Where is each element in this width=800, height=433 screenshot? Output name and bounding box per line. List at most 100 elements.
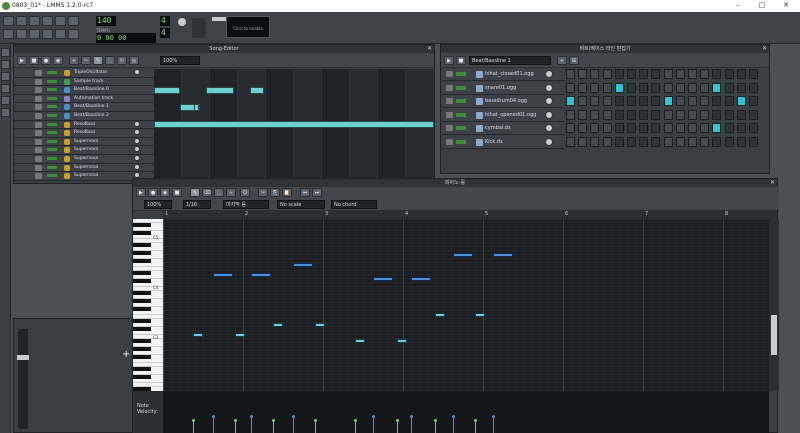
note[interactable] — [453, 253, 473, 257]
track-mute-toggle[interactable] — [47, 71, 57, 74]
chord-combo[interactable]: No chord — [331, 200, 377, 209]
bb-track-mute-toggle[interactable] — [456, 139, 466, 144]
eraser-icon[interactable]: ⌫ — [202, 188, 212, 197]
bb-track-settings-icon[interactable] — [446, 138, 453, 145]
home-icon[interactable] — [1, 96, 10, 105]
bb-volume-knob[interactable] — [545, 97, 553, 105]
song-track-row[interactable]: Supernova — [14, 155, 154, 164]
bb-step[interactable] — [712, 96, 722, 106]
record-icon[interactable]: ● — [41, 56, 51, 65]
cut-icon[interactable]: ✂ — [258, 188, 268, 197]
bb-step[interactable] — [578, 82, 588, 93]
bb-track-mute-toggle[interactable] — [456, 85, 466, 90]
bb-step[interactable] — [749, 82, 758, 93]
song-pattern[interactable] — [206, 87, 234, 95]
velocity-bar[interactable] — [493, 416, 494, 433]
bb-step[interactable] — [651, 82, 661, 93]
track-mute-toggle[interactable] — [47, 122, 57, 126]
song-track-row[interactable]: ResoBass — [14, 129, 154, 138]
bb-step[interactable] — [724, 96, 734, 106]
velocity-handle[interactable] — [192, 419, 195, 422]
velocity-bar[interactable] — [453, 416, 454, 433]
bb-step[interactable] — [639, 136, 649, 147]
quantize-combo[interactable]: 1/16 — [183, 200, 211, 209]
bb-volume-knob[interactable] — [545, 70, 553, 78]
bb-track-mute-toggle[interactable] — [456, 72, 466, 76]
bb-step[interactable] — [578, 96, 588, 106]
bb-step[interactable] — [639, 82, 649, 93]
bb-step[interactable] — [639, 109, 649, 120]
bb-step[interactable] — [712, 82, 722, 93]
note-length-combo[interactable]: 마지막 음 — [223, 200, 269, 209]
bb-step[interactable] — [578, 136, 588, 147]
bb-track-settings-icon[interactable] — [446, 111, 453, 118]
bb-row[interactable]: hihat_closed01.ogg — [442, 68, 564, 81]
bb-track-settings-icon[interactable] — [446, 84, 453, 91]
piano-roll-scrollbar[interactable] — [769, 219, 779, 391]
bb-volume-knob[interactable] — [545, 124, 553, 132]
bb-step[interactable] — [749, 123, 758, 133]
track-settings-icon[interactable] — [35, 104, 42, 111]
bb-step[interactable] — [627, 82, 636, 93]
automation-editor-toggle[interactable] — [42, 29, 53, 39]
bb-step[interactable] — [724, 82, 734, 93]
bb-step[interactable] — [700, 109, 710, 120]
bb-step[interactable] — [663, 123, 673, 133]
bb-step[interactable] — [602, 109, 612, 120]
song-zoom-combo[interactable]: 100% — [160, 56, 200, 65]
track-settings-icon[interactable] — [35, 156, 42, 162]
velocity-bar[interactable] — [213, 416, 214, 433]
bb-track-settings-icon[interactable] — [446, 71, 453, 77]
bb-step[interactable] — [651, 123, 661, 133]
bb-step[interactable] — [688, 69, 697, 79]
minimize-button[interactable]: – — [730, 1, 746, 11]
note[interactable] — [493, 253, 513, 257]
note[interactable] — [411, 277, 431, 281]
master-pitch-slider[interactable] — [192, 18, 206, 38]
track-settings-icon[interactable] — [35, 95, 42, 102]
bb-step[interactable] — [700, 123, 710, 133]
bb-step[interactable] — [724, 136, 734, 147]
add-icon[interactable]: + — [122, 349, 130, 360]
track-settings-icon[interactable] — [35, 130, 42, 137]
close-window-button[interactable]: ✕ — [778, 1, 794, 11]
track-settings-icon[interactable] — [35, 173, 42, 180]
stop-icon[interactable]: ■ — [172, 188, 182, 197]
add-sample-track-icon[interactable]: ~ — [81, 56, 91, 65]
bb-step[interactable] — [578, 123, 588, 133]
stop-icon[interactable]: ■ — [456, 56, 466, 65]
bb-step[interactable] — [627, 96, 636, 106]
piano-zoom-combo[interactable]: 100% — [144, 200, 172, 209]
pencil-icon[interactable]: ✎ — [190, 188, 200, 197]
velocity-handle[interactable] — [396, 419, 399, 422]
timesig-bottom[interactable]: 4 — [160, 28, 170, 38]
play-icon[interactable]: ▶ — [17, 56, 27, 65]
bb-step[interactable] — [590, 82, 600, 93]
track-settings-icon[interactable] — [35, 113, 42, 119]
scrollbar-thumb[interactable] — [771, 315, 777, 355]
song-track-row[interactable]: Sample track — [14, 77, 154, 87]
bb-track-settings-icon[interactable] — [446, 98, 453, 104]
bb-step[interactable] — [578, 109, 588, 120]
note-grid[interactable] — [163, 219, 769, 391]
bb-step[interactable] — [736, 82, 746, 93]
record-play-icon[interactable]: ◉ — [160, 188, 170, 197]
maximize-button[interactable]: □ — [754, 1, 770, 11]
bb-step[interactable] — [736, 136, 746, 147]
mixer-toggle[interactable] — [55, 29, 66, 39]
bb-step[interactable] — [663, 136, 673, 147]
export-tracks-button[interactable] — [68, 16, 79, 26]
bb-step[interactable] — [651, 69, 661, 79]
close-icon[interactable]: ✕ — [427, 45, 432, 53]
velocity-handle[interactable] — [434, 419, 437, 422]
bb-step[interactable] — [627, 69, 636, 79]
bb-step[interactable] — [724, 109, 734, 120]
note[interactable] — [435, 313, 445, 317]
record-play-icon[interactable]: ◉ — [53, 56, 63, 65]
stop-icon[interactable]: ■ — [29, 56, 39, 65]
piano-roll-ruler[interactable]: 1 2 3 4 5 6 7 8 — [163, 211, 777, 219]
velocity-bar[interactable] — [411, 416, 412, 433]
song-track-row[interactable]: ResoBass — [14, 120, 154, 130]
piano-roll-toggle[interactable] — [29, 29, 40, 39]
controller-rack-toggle[interactable] — [68, 29, 79, 39]
